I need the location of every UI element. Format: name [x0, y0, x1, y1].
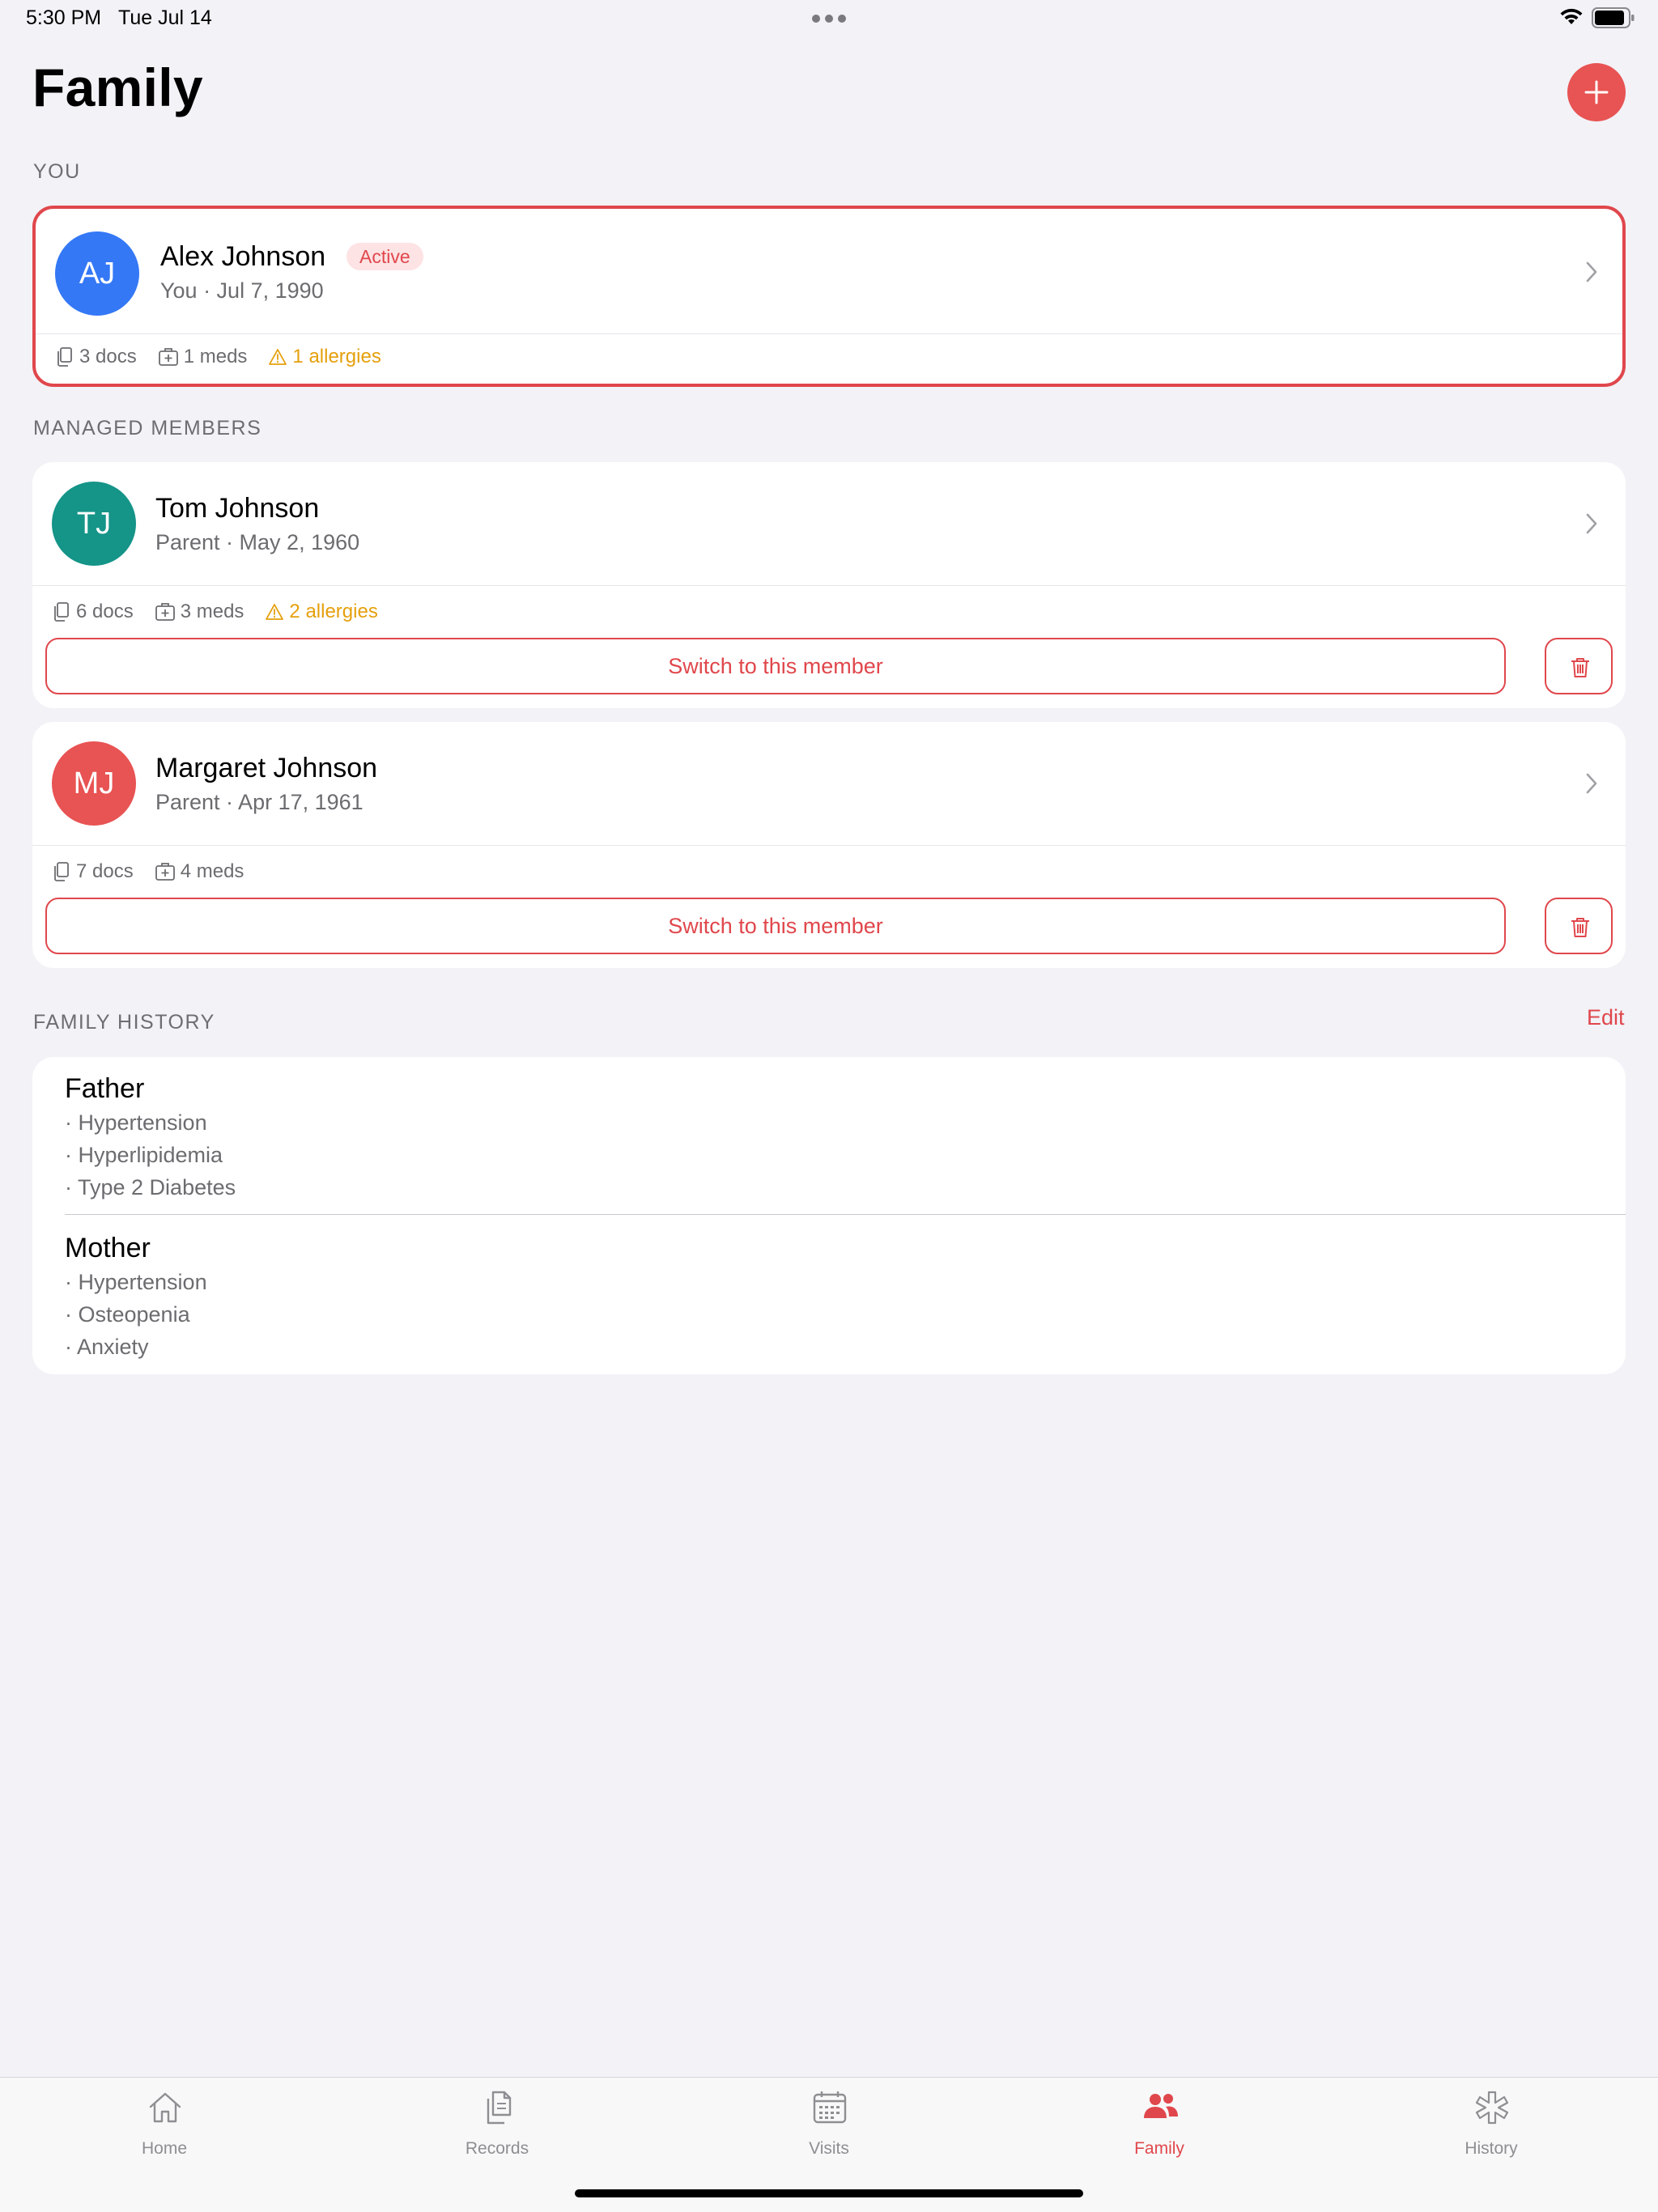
docs-stat: 6 docs	[52, 601, 134, 623]
meds-stat: 4 meds	[155, 860, 244, 883]
switch-member-button[interactable]: Switch to this member	[45, 898, 1506, 954]
status-time: 5:30 PM	[26, 6, 102, 29]
meds-count: 3 meds	[180, 601, 244, 622]
docs-count: 3 docs	[79, 346, 137, 367]
member-subtitle: Parent · May 2, 1960	[155, 530, 360, 554]
tab-visits[interactable]: Visits	[748, 2078, 910, 2175]
documents-icon	[54, 862, 69, 881]
history-relation: Mother	[65, 1233, 151, 1263]
documents-icon	[487, 2091, 512, 2125]
member-name: Tom Johnson	[155, 493, 320, 524]
plus-icon	[1584, 80, 1609, 104]
meds-stat: 1 meds	[158, 346, 248, 368]
history-condition: · Hyperlipidemia	[65, 1143, 223, 1167]
people-icon	[1144, 2094, 1178, 2118]
divider	[65, 1214, 1626, 1215]
status-bar: 5:30 PM Tue Jul 14	[0, 0, 1658, 40]
chevron-right-icon	[1586, 261, 1597, 282]
avatar: MJ	[52, 741, 136, 826]
allergies-stat: 2 allergies	[265, 601, 378, 623]
you-card[interactable]: AJ Alex Johnson Active You · Jul 7, 1990…	[32, 206, 1626, 387]
docs-stat: 3 docs	[55, 346, 137, 368]
stats-row: 3 docs 1 meds 1 allergies	[55, 343, 402, 371]
wifi-icon	[1560, 8, 1583, 24]
house-icon	[149, 2092, 181, 2123]
section-label-managed: MANAGED MEMBERS	[33, 417, 262, 439]
divider	[36, 333, 1622, 334]
member-subtitle: You · Jul 7, 1990	[160, 278, 324, 303]
member-name: Alex Johnson	[160, 241, 326, 272]
medical-kit-icon	[155, 863, 175, 881]
family-history-card: Father · Hypertension · Hyperlipidemia ·…	[32, 1057, 1626, 1374]
multitasking-dots-icon[interactable]	[812, 10, 846, 23]
tab-home[interactable]: Home	[83, 2078, 245, 2175]
meds-count: 1 meds	[183, 346, 248, 367]
member-card-margaret[interactable]: MJ Margaret Johnson Parent · Apr 17, 196…	[32, 722, 1626, 968]
section-label-you: YOU	[33, 160, 81, 183]
history-condition: · Type 2 Diabetes	[65, 1175, 236, 1199]
tab-label: History	[1465, 2139, 1518, 2158]
trash-icon	[1571, 658, 1589, 677]
stats-row: 6 docs 3 meds 2 allergies	[52, 598, 399, 626]
history-condition: · Hypertension	[65, 1110, 207, 1135]
tab-family[interactable]: Family	[1078, 2078, 1240, 2175]
switch-member-button[interactable]: Switch to this member	[45, 638, 1506, 694]
page-title: Family	[32, 57, 203, 117]
documents-icon	[57, 347, 72, 367]
allergies-count: 1 allergies	[292, 346, 381, 367]
allergies-count: 2 allergies	[289, 601, 378, 622]
avatar: TJ	[52, 482, 136, 566]
member-name: Margaret Johnson	[155, 753, 378, 783]
divider	[32, 585, 1626, 586]
tab-history[interactable]: History	[1410, 2078, 1572, 2175]
asterisk-icon	[1475, 2091, 1509, 2125]
meds-stat: 3 meds	[155, 601, 244, 623]
edit-family-history-link[interactable]: Edit	[1587, 1005, 1625, 1030]
delete-member-button[interactable]	[1545, 638, 1613, 694]
active-badge: Active	[346, 243, 423, 270]
chevron-right-icon	[1586, 513, 1597, 534]
docs-stat: 7 docs	[52, 860, 134, 883]
chevron-right-icon	[1586, 773, 1597, 794]
allergies-stat: 1 allergies	[268, 346, 381, 368]
home-indicator[interactable]	[575, 2189, 1083, 2197]
status-date: Tue Jul 14	[118, 6, 212, 29]
add-member-button[interactable]	[1567, 63, 1626, 121]
history-condition: · Hypertension	[65, 1270, 207, 1294]
member-card-tom[interactable]: TJ Tom Johnson Parent · May 2, 1960 6 do…	[32, 462, 1626, 708]
divider	[32, 845, 1626, 846]
avatar: AJ	[55, 231, 139, 316]
tab-label: Records	[465, 2139, 529, 2158]
history-condition: · Osteopenia	[65, 1302, 190, 1327]
member-subtitle: Parent · Apr 17, 1961	[155, 790, 363, 814]
history-relation: Father	[65, 1073, 145, 1104]
calendar-icon	[813, 2091, 847, 2124]
medical-kit-icon	[158, 348, 178, 366]
docs-count: 6 docs	[76, 601, 134, 622]
delete-member-button[interactable]	[1545, 898, 1613, 954]
docs-count: 7 docs	[76, 860, 134, 882]
tab-label: Visits	[809, 2139, 849, 2158]
tab-records[interactable]: Records	[416, 2078, 578, 2175]
section-label-family-history: FAMILY HISTORY	[33, 1011, 215, 1034]
meds-count: 4 meds	[180, 860, 244, 882]
documents-icon	[54, 602, 69, 622]
tab-label: Family	[1134, 2139, 1184, 2158]
history-condition: · Anxiety	[65, 1335, 149, 1359]
warning-icon	[269, 349, 287, 365]
medical-kit-icon	[155, 603, 175, 621]
stats-row: 7 docs 4 meds	[52, 858, 265, 885]
tab-label: Home	[141, 2139, 188, 2158]
trash-icon	[1571, 918, 1589, 937]
warning-icon	[266, 604, 284, 620]
battery-icon	[1592, 7, 1635, 28]
